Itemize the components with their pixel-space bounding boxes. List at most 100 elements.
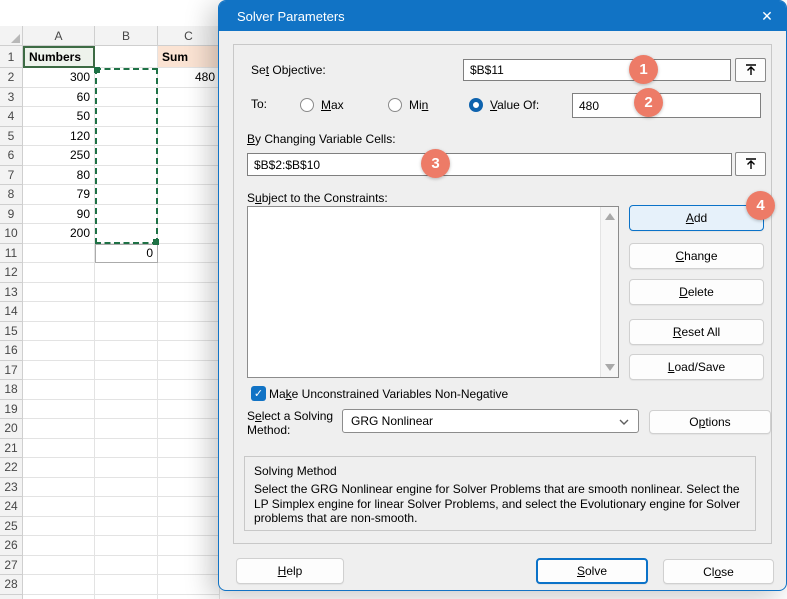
row-header-25[interactable]: 25 — [0, 517, 23, 537]
cell-A24[interactable] — [23, 497, 95, 517]
cell-C11[interactable] — [158, 244, 220, 264]
row-header-6[interactable]: 6 — [0, 146, 23, 166]
cell-A29[interactable] — [23, 595, 95, 599]
reset-all-button[interactable]: Reset All — [629, 319, 764, 345]
cell-C25[interactable] — [158, 517, 220, 537]
cell-C20[interactable] — [158, 419, 220, 439]
cell-C24[interactable] — [158, 497, 220, 517]
max-label[interactable]: Max — [321, 98, 344, 112]
close-icon[interactable]: ✕ — [756, 6, 778, 26]
collapse-dialog-button-objective[interactable] — [735, 58, 766, 82]
row-header-26[interactable]: 26 — [0, 536, 23, 556]
cell-B1[interactable] — [95, 46, 158, 68]
row-header-4[interactable]: 4 — [0, 107, 23, 127]
cell-B4[interactable] — [95, 107, 158, 127]
cell-A17[interactable] — [23, 361, 95, 381]
row-header-27[interactable]: 27 — [0, 556, 23, 576]
cell-B11[interactable]: 0 — [95, 244, 158, 264]
add-button[interactable]: Add — [629, 205, 764, 231]
cell-A3[interactable]: 60 — [23, 88, 95, 108]
min-radio[interactable] — [388, 98, 402, 112]
cell-B12[interactable] — [95, 263, 158, 283]
cell-A28[interactable] — [23, 575, 95, 595]
row-header-10[interactable]: 10 — [0, 224, 23, 244]
help-button[interactable]: Help — [236, 558, 344, 584]
cell-B14[interactable] — [95, 302, 158, 322]
row-header-16[interactable]: 16 — [0, 341, 23, 361]
row-header-2[interactable]: 2 — [0, 68, 23, 88]
cell-B20[interactable] — [95, 419, 158, 439]
cell-A26[interactable] — [23, 536, 95, 556]
solving-method-dropdown[interactable]: GRG Nonlinear — [342, 409, 639, 433]
objective-input[interactable]: $B$11 — [463, 59, 731, 81]
col-header-A[interactable]: A — [23, 26, 95, 46]
row-header-19[interactable]: 19 — [0, 400, 23, 420]
cell-B10[interactable] — [95, 224, 158, 244]
cell-B2[interactable] — [95, 68, 158, 88]
cell-B21[interactable] — [95, 439, 158, 459]
cell-B8[interactable] — [95, 185, 158, 205]
constraints-listbox[interactable] — [247, 206, 619, 378]
cell-C14[interactable] — [158, 302, 220, 322]
scroll-down-icon[interactable] — [605, 364, 615, 371]
cell-A16[interactable] — [23, 341, 95, 361]
row-header-3[interactable]: 3 — [0, 88, 23, 108]
cell-A11[interactable] — [23, 244, 95, 264]
row-header-28[interactable]: 28 — [0, 575, 23, 595]
row-header-23[interactable]: 23 — [0, 478, 23, 498]
cell-C16[interactable] — [158, 341, 220, 361]
cell-B7[interactable] — [95, 166, 158, 186]
cell-B29[interactable] — [95, 595, 158, 599]
cell-C22[interactable] — [158, 458, 220, 478]
cell-C26[interactable] — [158, 536, 220, 556]
cell-A20[interactable] — [23, 419, 95, 439]
cell-A9[interactable]: 90 — [23, 205, 95, 225]
cell-B18[interactable] — [95, 380, 158, 400]
cell-B3[interactable] — [95, 88, 158, 108]
row-header-11[interactable]: 11 — [0, 244, 23, 264]
cell-C18[interactable] — [158, 380, 220, 400]
row-header-13[interactable]: 13 — [0, 283, 23, 303]
changing-cells-input[interactable]: $B$2:$B$10 — [247, 153, 732, 176]
close-button[interactable]: Close — [663, 559, 774, 584]
cell-C19[interactable] — [158, 400, 220, 420]
cell-C2[interactable]: 480 — [158, 68, 220, 88]
cell-B24[interactable] — [95, 497, 158, 517]
cell-B13[interactable] — [95, 283, 158, 303]
cell-B26[interactable] — [95, 536, 158, 556]
dialog-titlebar[interactable]: Solver Parameters ✕ — [219, 1, 786, 31]
cell-C8[interactable] — [158, 185, 220, 205]
cell-B9[interactable] — [95, 205, 158, 225]
select-all-corner[interactable] — [0, 26, 23, 46]
cell-C9[interactable] — [158, 205, 220, 225]
cell-C5[interactable] — [158, 127, 220, 147]
cell-A19[interactable] — [23, 400, 95, 420]
max-radio[interactable] — [300, 98, 314, 112]
cell-C15[interactable] — [158, 322, 220, 342]
row-header-21[interactable]: 21 — [0, 439, 23, 459]
row-header-24[interactable]: 24 — [0, 497, 23, 517]
cell-A1[interactable]: Numbers — [23, 46, 95, 68]
row-header-15[interactable]: 15 — [0, 322, 23, 342]
cell-B23[interactable] — [95, 478, 158, 498]
options-button[interactable]: Options — [649, 410, 771, 434]
cell-C12[interactable] — [158, 263, 220, 283]
col-header-B[interactable]: B — [95, 26, 158, 46]
row-header-5[interactable]: 5 — [0, 127, 23, 147]
cell-B6[interactable] — [95, 146, 158, 166]
row-header-18[interactable]: 18 — [0, 380, 23, 400]
cell-A4[interactable]: 50 — [23, 107, 95, 127]
row-header-1[interactable]: 1 — [0, 46, 23, 68]
scroll-up-icon[interactable] — [605, 213, 615, 220]
cell-A6[interactable]: 250 — [23, 146, 95, 166]
scrollbar[interactable] — [600, 207, 618, 377]
cell-C13[interactable] — [158, 283, 220, 303]
row-header-8[interactable]: 8 — [0, 185, 23, 205]
cell-C28[interactable] — [158, 575, 220, 595]
cell-C27[interactable] — [158, 556, 220, 576]
value-of-label[interactable]: Value Of: — [490, 98, 539, 112]
cell-C6[interactable] — [158, 146, 220, 166]
load-save-button[interactable]: Load/Save — [629, 354, 764, 380]
cell-C4[interactable] — [158, 107, 220, 127]
cell-C23[interactable] — [158, 478, 220, 498]
